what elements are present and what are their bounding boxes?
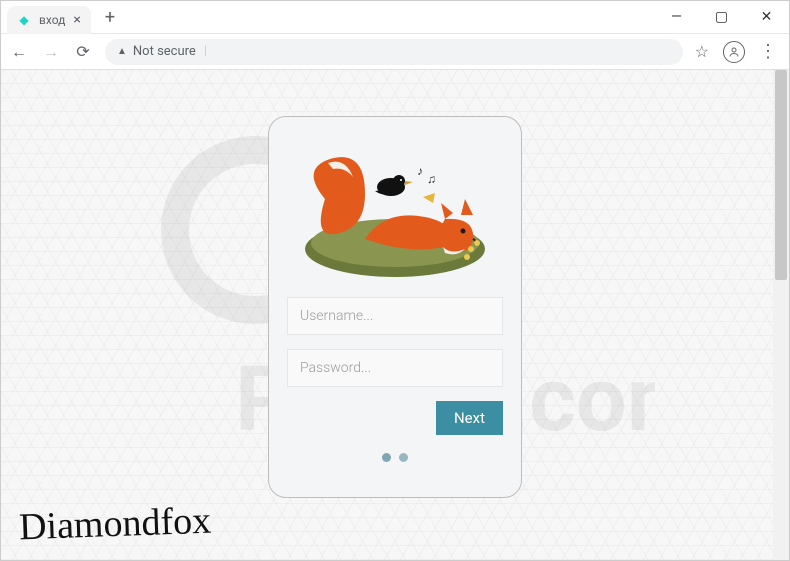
step-indicator: [287, 453, 503, 462]
back-button[interactable]: ←: [9, 42, 29, 62]
brand-signature: Diamondfox: [18, 499, 211, 550]
tab-title: вход: [39, 13, 65, 27]
svg-text:♫: ♫: [427, 172, 436, 186]
step-dot-2[interactable]: [399, 453, 408, 462]
maximize-button[interactable]: ▢: [699, 1, 744, 34]
warning-icon: ▲: [117, 46, 127, 57]
bookmark-star-icon[interactable]: ☆: [695, 42, 709, 61]
address-bar: ← → ⟳ ▲ Not secure | ☆ ⋮: [1, 34, 789, 70]
titlebar: ◆ вход × + — ▢ ✕: [1, 1, 789, 34]
scrollbar-thumb[interactable]: [775, 70, 787, 280]
security-status: ▲ Not secure: [117, 44, 196, 59]
kebab-menu-icon[interactable]: ⋮: [759, 41, 777, 62]
browser-tab[interactable]: ◆ вход ×: [7, 6, 91, 34]
page-viewport: PC PCrisk.com: [1, 70, 789, 560]
window-close-button[interactable]: ✕: [744, 1, 789, 34]
diamond-favicon-icon: ◆: [17, 13, 31, 27]
password-input[interactable]: [287, 349, 503, 387]
reload-button[interactable]: ⟳: [73, 42, 93, 61]
next-row: Next: [287, 401, 503, 435]
step-dot-1[interactable]: [382, 453, 391, 462]
separator-icon: |: [204, 44, 207, 59]
browser-window: ◆ вход × + — ▢ ✕ ← → ⟳ ▲ Not secure | ☆ …: [0, 0, 790, 561]
new-tab-button[interactable]: +: [99, 7, 121, 28]
security-label: Not secure: [133, 44, 196, 59]
omnibox[interactable]: ▲ Not secure |: [105, 39, 683, 65]
window-controls: — ▢ ✕: [654, 1, 789, 34]
tab-close-icon[interactable]: ×: [73, 12, 80, 28]
profile-avatar-icon[interactable]: [723, 41, 745, 63]
username-input[interactable]: [287, 297, 503, 335]
minimize-button[interactable]: —: [654, 1, 699, 34]
forward-button[interactable]: →: [41, 42, 61, 62]
svg-text:♪: ♪: [417, 164, 423, 178]
next-button[interactable]: Next: [436, 401, 503, 435]
fox-illustration: ♪ ♫: [287, 135, 503, 283]
toolbar-right: ☆ ⋮: [695, 41, 781, 63]
vertical-scrollbar[interactable]: [773, 70, 789, 560]
login-card: ♪ ♫ Next: [268, 116, 522, 498]
